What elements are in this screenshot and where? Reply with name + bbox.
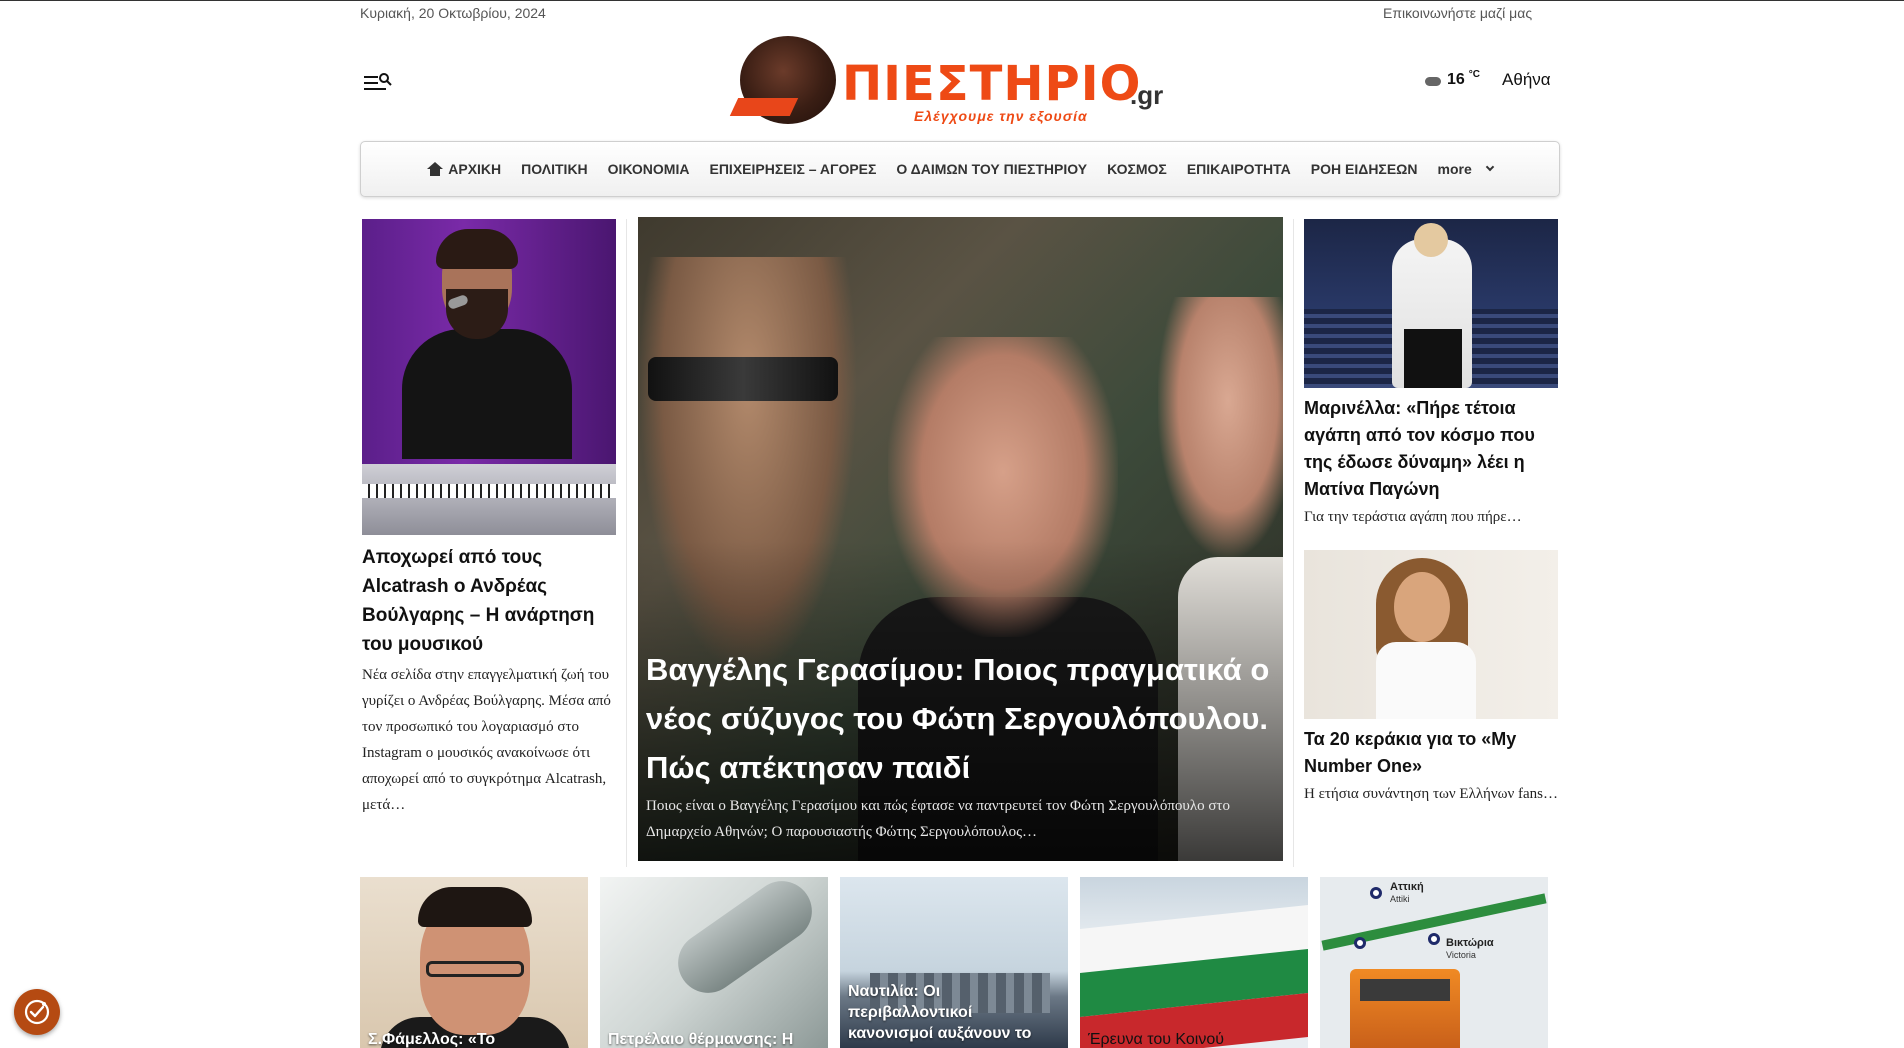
current-date: Κυριακή, 20 Οκτωβρίου, 2024 [360, 5, 546, 21]
left-article-image[interactable] [362, 219, 616, 535]
person-right [1158, 297, 1283, 557]
logo-tagline: Ελέγχουμε την εξουσία [914, 108, 1088, 124]
weather-widget: 16 °C Αθήνα [1425, 68, 1551, 90]
right-article-excerpt-1: Για την τεράστια αγάπη που πήρε… [1304, 509, 1522, 525]
right-article-image-2[interactable] [1304, 550, 1558, 719]
nav-item-label: ΡΟΗ ΕΙΔΗΣΕΩΝ [1310, 161, 1418, 177]
metro-station-icon [1370, 887, 1382, 899]
logo-suffix: .gr [1130, 80, 1164, 110]
map-label-victoria: Βικτώρια [1446, 937, 1494, 949]
person-face [1394, 572, 1450, 642]
search-icon [379, 73, 392, 86]
right-article-excerpt-2: Η ετήσια συνάντηση των Ελλήνων fans… [1304, 786, 1559, 802]
weather-unit: °C [1468, 68, 1481, 80]
musician-body [402, 329, 572, 459]
column-divider [1293, 219, 1294, 867]
left-article-title[interactable]: Αποχωρεί από τους Alcatrash ο Ανδρέας Βο… [362, 543, 616, 659]
nav-item-business[interactable]: ΕΠΙΧΕΙΡΗΣΕΙΣ – ΑΓΟΡΕΣ [699, 161, 886, 177]
nav-item-label: ΟΙΚΟΝΟΜΙΑ [607, 161, 690, 177]
chevron-down-icon [1485, 162, 1494, 172]
news-card[interactable]: Σ.Φάμελλος: «Το [360, 877, 588, 1048]
top-bar: Κυριακή, 20 Οκτωβρίου, 2024 Επικοινωνήστ… [0, 0, 1904, 26]
map-label-attiki-en: Attiki [1390, 894, 1410, 904]
nav-item-world[interactable]: ΚΟΣΜΟΣ [1097, 161, 1177, 177]
contact-link[interactable]: Επικοινωνήστε μαζί μας [1383, 5, 1532, 21]
singer-skirt [1404, 329, 1462, 388]
weather-temperature: 16 [1447, 71, 1465, 88]
nav-item-home[interactable]: ΑΡΧΙΚΗ [417, 161, 511, 177]
nav-item-label: ΑΡΧΙΚΗ [448, 161, 502, 177]
right-article-title-2[interactable]: Τα 20 κεράκια για το «My Number One» [1304, 726, 1558, 780]
news-card-title: Σ.Φάμελλος: «Το [368, 1031, 496, 1048]
main-article-excerpt: Ποιος είναι ο Βαγγέλης Γερασίμου και πώς… [646, 798, 1230, 840]
news-card[interactable]: Αττική Attiki Βικτώρια Victoria [1320, 877, 1548, 1048]
nav-item-news-feed[interactable]: ΡΟΗ ΕΙΔΗΣΕΩΝ [1301, 161, 1428, 177]
nav-item-daimon[interactable]: Ο ΔΑΙΜΩΝ ΤΟΥ ΠΙΕΣΤΗΡΙΟΥ [886, 161, 1097, 177]
keyboard-graphic [362, 464, 616, 535]
right-article-image-1[interactable] [1304, 219, 1558, 388]
news-card[interactable]: Έρευνα του Κοινού [1080, 877, 1308, 1048]
metro-station-icon [1428, 933, 1440, 945]
main-article-title[interactable]: Βαγγέλης Γερασίμου: Ποιος πραγματικά ο ν… [646, 645, 1276, 792]
person-top [1376, 642, 1476, 719]
nav-item-label: more [1437, 161, 1472, 177]
singer-head [1414, 223, 1448, 257]
menu-search-button[interactable] [362, 72, 394, 98]
map-label-victoria-en: Victoria [1446, 950, 1476, 960]
fuel-nozzle [666, 877, 824, 1005]
weather-city: Αθήνα [1502, 70, 1551, 89]
nav-item-label: Ο ΔΑΙΜΩΝ ΤΟΥ ΠΙΕΣΤΗΡΙΟΥ [896, 161, 1088, 177]
nav-item-current-affairs[interactable]: ΕΠΙΚΑΙΡΟΤΗΤΑ [1177, 161, 1301, 177]
news-card[interactable]: Ναυτιλία: Οι περιβαλλοντικοί κανονισμοί … [840, 877, 1068, 1048]
metro-train [1350, 969, 1460, 1048]
map-label-attiki: Αττική [1390, 881, 1424, 893]
nav-item-label: ΠΟΛΙΤΙΚΗ [521, 161, 588, 177]
right-article-title-1[interactable]: Μαρινέλλα: «Πήρε τέτοια αγάπη από τον κό… [1304, 395, 1558, 503]
nav-item-economy[interactable]: ΟΙΚΟΝΟΜΙΑ [598, 161, 700, 177]
menu-bar-icon [364, 76, 378, 78]
nav-item-label: ΕΠΙΧΕΙΡΗΣΕΙΣ – ΑΓΟΡΕΣ [709, 161, 877, 177]
main-navigation: ΑΡΧΙΚΗ ΠΟΛΙΤΙΚΗ ΟΙΚΟΝΟΜΙΑ ΕΠΙΧΕΙΡΗΣΕΙΣ –… [360, 141, 1560, 197]
nav-item-politics[interactable]: ΠΟΛΙΤΙΚΗ [511, 161, 598, 177]
nav-item-label: ΕΠΙΚΑΙΡΟΤΗΤΑ [1186, 161, 1291, 177]
left-article-excerpt: Νέα σελίδα στην επαγγελματική ζωή του γυ… [362, 667, 611, 813]
printing-press-icon [740, 36, 836, 124]
news-card[interactable]: Πετρέλαιο θέρμανσης: Η [600, 877, 828, 1048]
cookie-settings-icon [24, 999, 50, 1025]
menu-bar-icon [364, 82, 378, 84]
glasses-icon [426, 961, 524, 977]
site-logo[interactable]: ΠΙΕΣΤΗΡΙΟ .gr Ελέγχουμε την εξουσία [738, 36, 1168, 128]
news-card-title: Πετρέλαιο θέρμανσης: Η [608, 1031, 794, 1048]
news-card-title: Έρευνα του Κοινού [1088, 1031, 1224, 1048]
home-icon [427, 162, 444, 176]
nav-item-label: ΚΟΣΜΟΣ [1107, 161, 1167, 177]
menu-bar-icon [364, 88, 386, 90]
news-card-title: Ναυτιλία: Οι περιβαλλοντικοί κανονισμοί … [848, 983, 1032, 1042]
cloud-icon [1425, 76, 1441, 86]
sunglasses [648, 357, 838, 401]
politician-hair [418, 887, 532, 927]
nav-item-more[interactable]: more [1428, 161, 1503, 177]
musician-hair [436, 229, 518, 269]
metro-station-icon [1354, 937, 1366, 949]
column-divider [626, 219, 627, 867]
logo-wordmark: ΠΙΕΣΤΗΡΙΟ [842, 56, 1142, 112]
privacy-settings-button[interactable] [14, 989, 60, 1035]
